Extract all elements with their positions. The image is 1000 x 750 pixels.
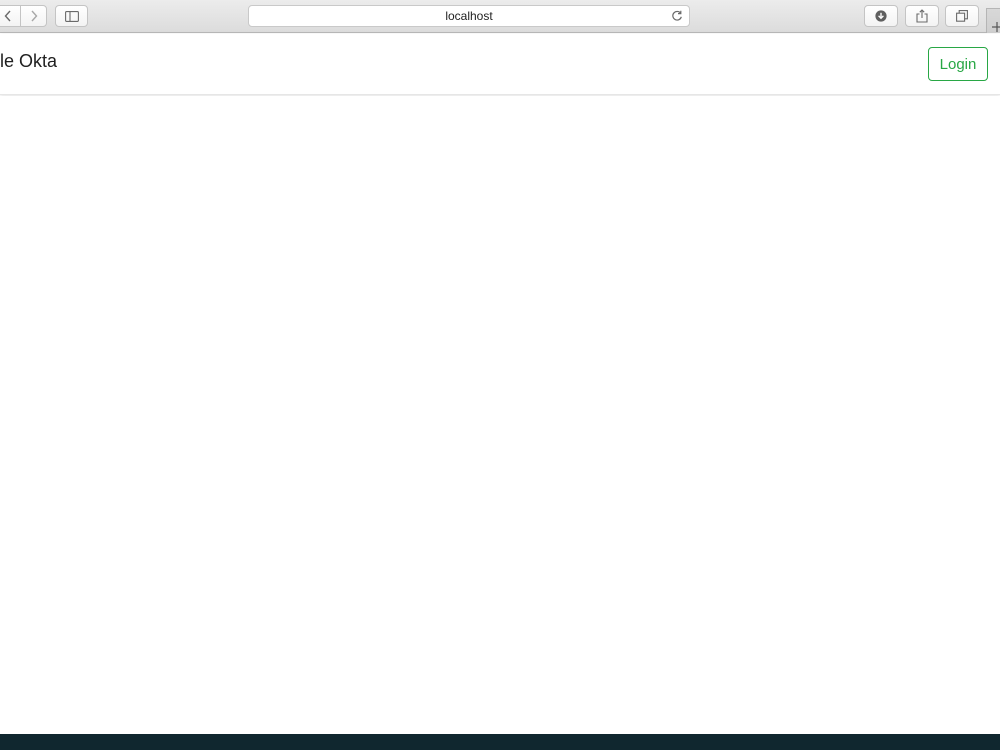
site-navbar: ple Okta Login xyxy=(0,34,1000,95)
tabs-icon xyxy=(956,10,968,22)
sidebar-icon xyxy=(64,10,79,22)
back-button[interactable] xyxy=(0,6,20,26)
site-footer xyxy=(0,734,1000,750)
sidebar-button[interactable] xyxy=(55,5,88,27)
share-icon xyxy=(916,9,928,23)
history-nav-group xyxy=(0,5,47,27)
brand-clip: ple Okta xyxy=(0,34,200,95)
downloads-button[interactable] xyxy=(864,5,898,27)
browser-toolbar: localhost xyxy=(0,0,1000,33)
chevron-right-icon xyxy=(30,10,37,22)
plus-icon xyxy=(992,22,1000,32)
download-icon xyxy=(875,10,887,22)
reload-icon xyxy=(672,10,682,21)
address-bar[interactable]: localhost xyxy=(248,5,690,27)
url-text: localhost xyxy=(445,9,493,23)
new-tab-button[interactable] xyxy=(986,8,1000,33)
tabs-button[interactable] xyxy=(945,5,979,27)
chevron-left-icon xyxy=(4,10,11,22)
browser-window: localhost le Okta Login xyxy=(0,0,1000,750)
forward-button[interactable] xyxy=(20,6,46,26)
main-content xyxy=(0,96,1000,734)
reload-button[interactable] xyxy=(670,9,684,23)
login-button[interactable]: Login xyxy=(928,47,988,81)
brand-link[interactable]: ple Okta xyxy=(0,51,57,72)
share-button[interactable] xyxy=(905,5,939,27)
